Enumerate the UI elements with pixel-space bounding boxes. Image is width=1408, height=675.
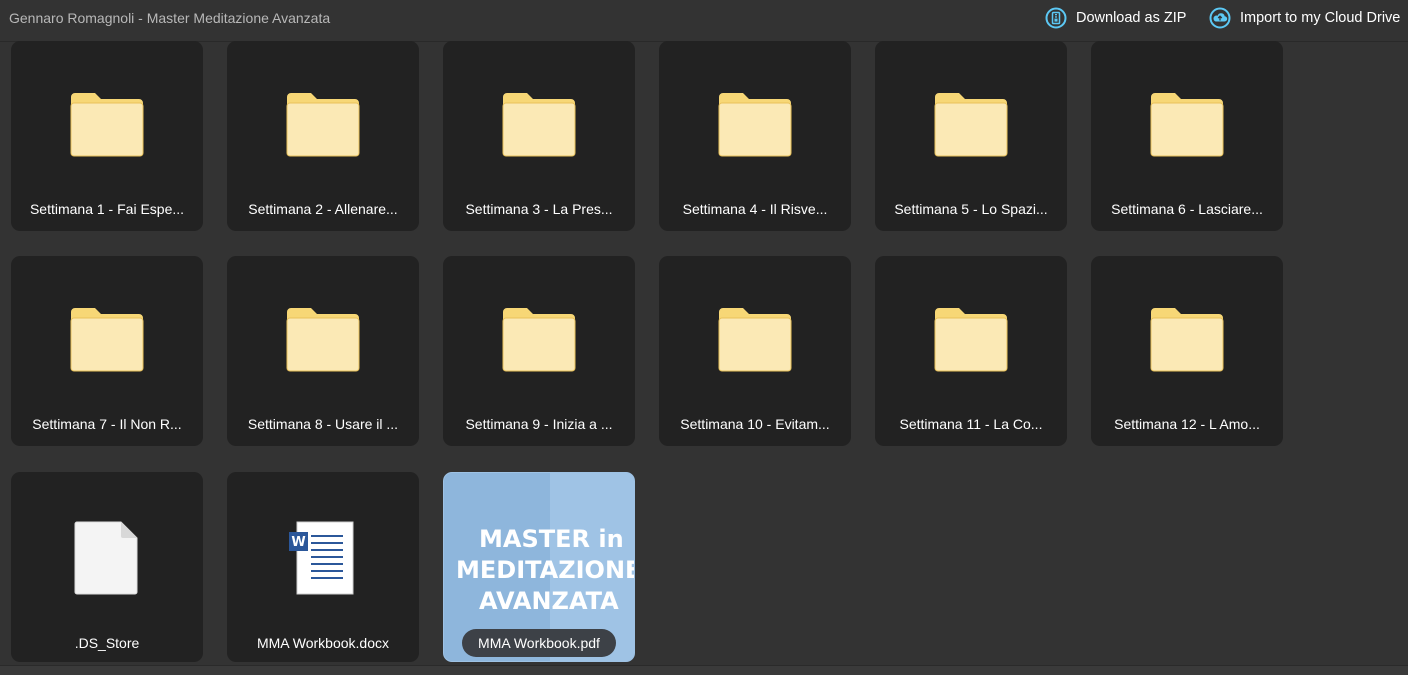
import-cloud-drive-button[interactable]: Import to my Cloud Drive [1209,7,1400,29]
folder-label: Settimana 10 - Evitam... [680,416,830,432]
bottom-bar [0,665,1408,675]
folder-tile[interactable]: Settimana 4 - Il Risve... [659,41,851,231]
pdf-cover-line: MEDITAZIONE [456,556,635,584]
pdf-tile[interactable]: MASTER in MEDITAZIONE AVANZATA MMA Workb… [443,472,635,662]
folder-label: Settimana 1 - Fai Espe... [29,201,185,217]
folder-tile[interactable]: Settimana 7 - Il Non R... [11,256,203,446]
folder-icon [1150,93,1224,157]
folder-tile[interactable]: Settimana 12 - L Amo... [1091,256,1283,446]
folder-tile[interactable]: Settimana 9 - Inizia a ... [443,256,635,446]
download-zip-label: Download as ZIP [1076,10,1187,26]
file-label: MMA Workbook.pdf [462,629,616,657]
folder-icon [718,308,792,372]
folder-icon [934,93,1008,157]
generic-file-icon [74,521,138,595]
top-bar: Gennaro Romagnoli - Master Meditazione A… [0,0,1408,42]
folder-label: Settimana 3 - La Pres... [465,201,613,217]
file-tile[interactable]: W MMA Workbook.docx [227,472,419,662]
folder-icon [70,93,144,157]
word-document-icon: W [289,521,354,595]
folder-tile[interactable]: Settimana 6 - Lasciare... [1091,41,1283,231]
folder-tile[interactable]: Settimana 11 - La Co... [875,256,1067,446]
folder-tile[interactable]: Settimana 5 - Lo Spazi... [875,41,1067,231]
folder-tile[interactable]: Settimana 3 - La Pres... [443,41,635,231]
folder-label: Settimana 5 - Lo Spazi... [894,201,1048,217]
pdf-cover-line: MASTER in [479,525,624,553]
svg-text:W: W [291,535,305,550]
folder-icon [286,308,360,372]
pdf-cover-line: AVANZATA [479,587,619,615]
folder-label: Settimana 4 - Il Risve... [682,201,828,217]
page-title: Gennaro Romagnoli - Master Meditazione A… [9,10,331,26]
pdf-thumbnail-cover: MASTER in MEDITAZIONE AVANZATA [444,524,635,617]
cloud-upload-icon [1209,7,1231,29]
folder-tile[interactable]: Settimana 8 - Usare il ... [227,256,419,446]
import-cloud-label: Import to my Cloud Drive [1240,10,1401,26]
folder-tile[interactable]: Settimana 10 - Evitam... [659,256,851,446]
folder-label: Settimana 12 - L Amo... [1114,416,1260,432]
folder-label: Settimana 9 - Inizia a ... [465,416,613,432]
file-grid: Settimana 1 - Fai Espe... Settimana 2 - … [0,41,1408,665]
folder-label: Settimana 11 - La Co... [899,416,1043,432]
folder-label: Settimana 6 - Lasciare... [1111,201,1263,217]
folder-icon [718,93,792,157]
zip-archive-icon [1045,7,1067,29]
folder-label: Settimana 2 - Allenare... [248,201,398,217]
folder-tile[interactable]: Settimana 2 - Allenare... [227,41,419,231]
file-label: .DS_Store [74,635,140,651]
folder-icon [502,308,576,372]
folder-label: Settimana 8 - Usare il ... [247,416,399,432]
folder-icon [70,308,144,372]
download-zip-button[interactable]: Download as ZIP [1045,7,1186,29]
file-tile[interactable]: .DS_Store [11,472,203,662]
file-label: MMA Workbook.docx [256,635,389,651]
folder-icon [1150,308,1224,372]
folder-icon [286,93,360,157]
folder-icon [502,93,576,157]
folder-icon [934,308,1008,372]
folder-tile[interactable]: Settimana 1 - Fai Espe... [11,41,203,231]
folder-label: Settimana 7 - Il Non R... [32,416,182,432]
